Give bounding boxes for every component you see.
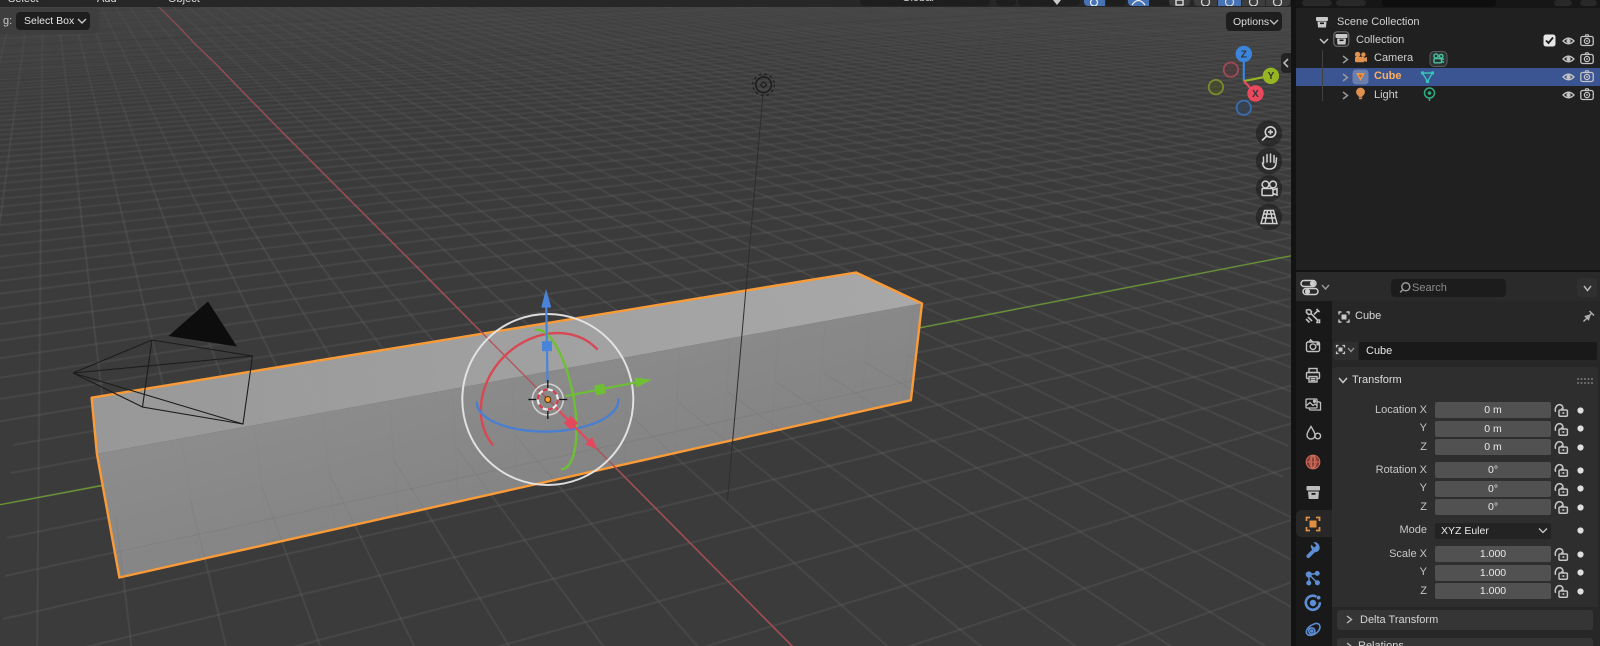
svg-text:Z: Z: [1241, 49, 1247, 60]
svg-text:Y: Y: [1268, 71, 1275, 82]
svg-text:X: X: [1252, 89, 1259, 100]
